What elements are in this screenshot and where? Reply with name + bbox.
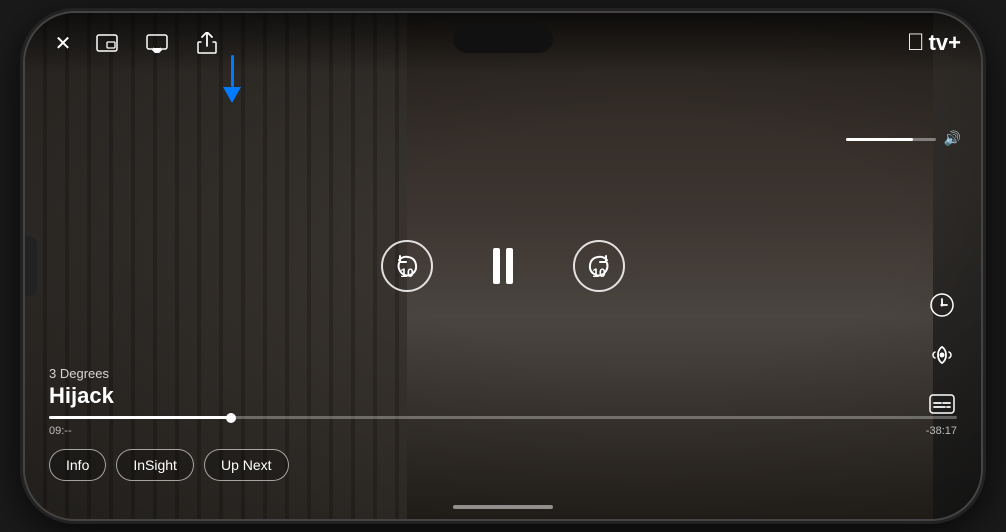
close-icon: ✕: [55, 31, 72, 56]
episode-label: 3 Degrees: [49, 366, 114, 381]
close-button[interactable]: ✕: [45, 25, 81, 61]
audio-button[interactable]: [923, 336, 961, 374]
airplay-button[interactable]: [141, 27, 173, 59]
forward-button[interactable]: 10: [573, 240, 625, 292]
rewind-button[interactable]: 10: [381, 240, 433, 292]
title-area: 3 Degrees Hijack: [49, 366, 114, 409]
time-row: 09:-- -38:17: [49, 425, 957, 437]
remaining-time: -38:17: [926, 425, 957, 437]
progress-fill: [49, 416, 231, 419]
progress-track[interactable]: [49, 416, 957, 419]
center-controls: 10 10: [381, 240, 625, 292]
volume-area: 🔊: [846, 131, 961, 148]
right-controls: [923, 286, 961, 424]
arrow-shaft: [231, 55, 234, 87]
speed-button[interactable]: [923, 286, 961, 324]
show-title: Hijack: [49, 383, 114, 409]
tab-insight[interactable]: InSight: [116, 449, 194, 481]
tab-up-next[interactable]: Up Next: [204, 449, 289, 481]
phone-frame: ✕: [23, 11, 983, 521]
side-camera: [25, 236, 37, 296]
top-icons: [91, 27, 223, 59]
bottom-tabs: Info InSight Up Next: [49, 449, 289, 481]
airplay-indicator-arrow: [223, 55, 241, 103]
pause-bar-right: [506, 248, 513, 284]
pause-button[interactable]: [493, 248, 513, 284]
progress-area: 09:-- -38:17: [49, 416, 957, 437]
home-indicator: [453, 505, 553, 509]
pip-button[interactable]: [91, 27, 123, 59]
dynamic-island: [453, 25, 553, 53]
progress-thumb[interactable]: [226, 413, 236, 423]
share-button[interactable]: [191, 27, 223, 59]
appletv-logo:  tv+: [907, 29, 961, 57]
current-time: 09:--: [49, 425, 72, 437]
appletv-text: tv+: [929, 30, 961, 56]
apple-logo-icon: : [907, 29, 925, 57]
pause-bar-left: [493, 248, 500, 284]
volume-fill: [846, 138, 914, 141]
volume-icon: 🔊: [944, 131, 961, 148]
volume-slider[interactable]: [846, 138, 936, 141]
tab-info[interactable]: Info: [49, 449, 106, 481]
arrow-head: [223, 87, 241, 103]
